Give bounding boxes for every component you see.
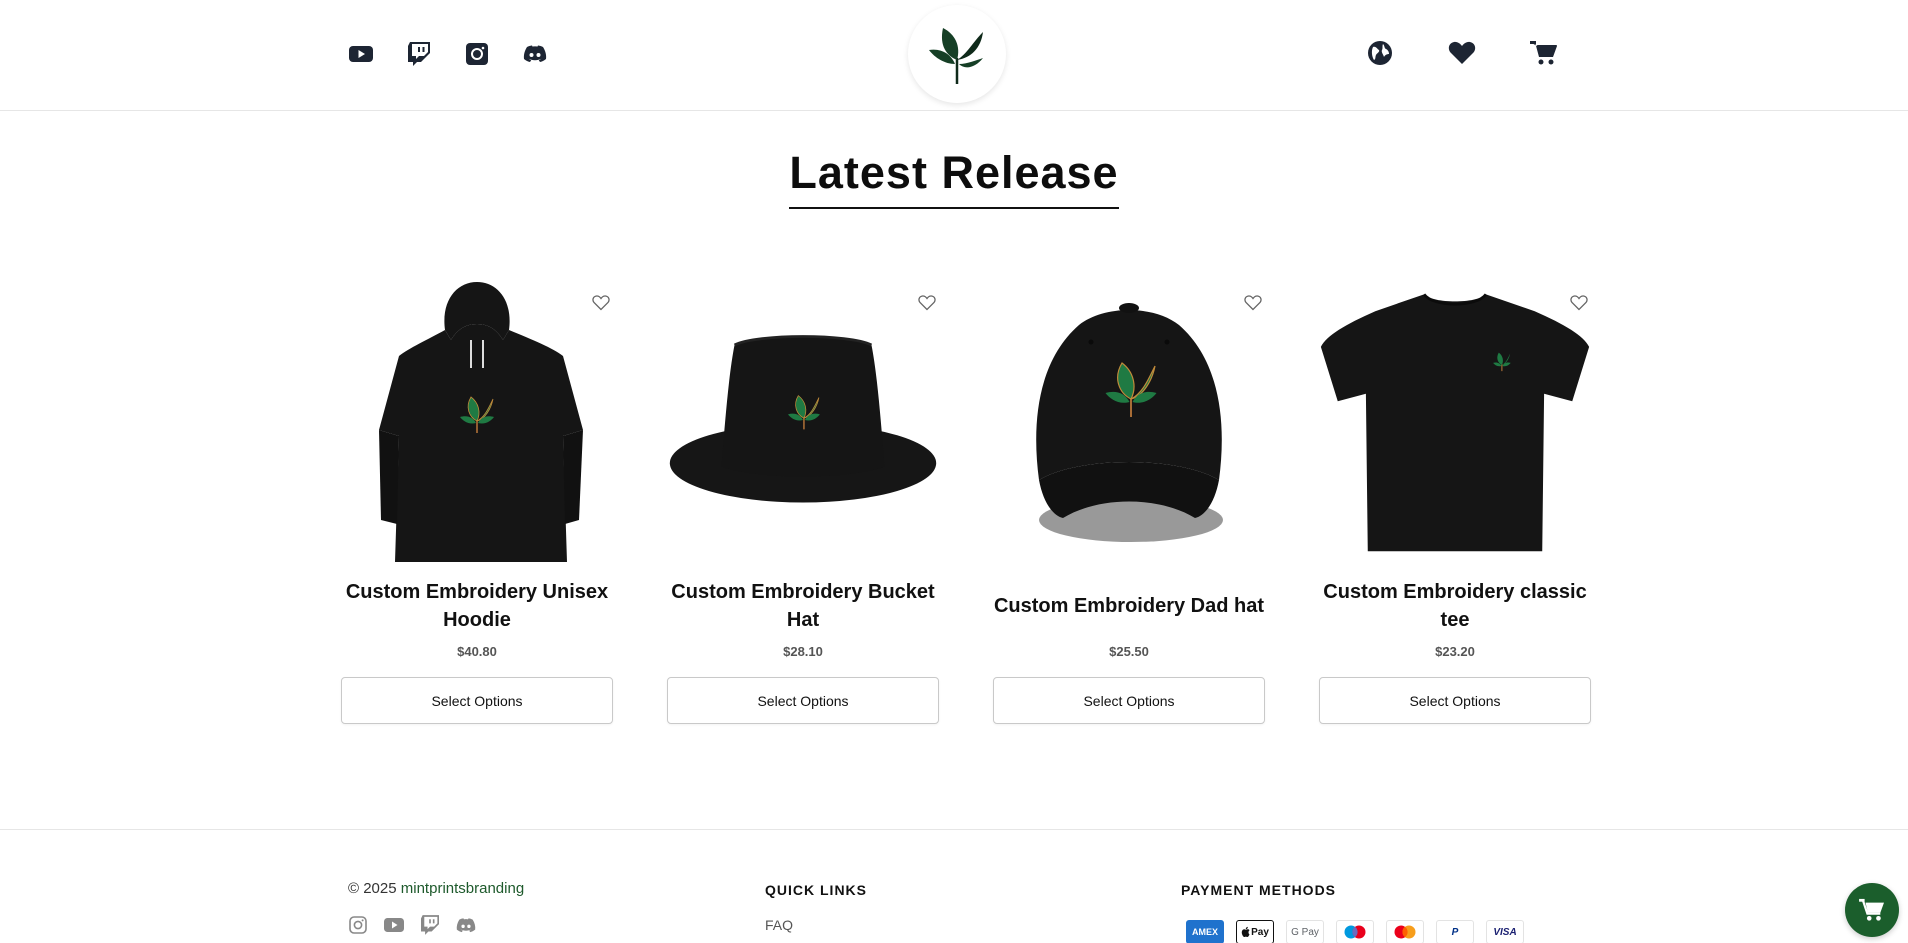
site-header — [0, 0, 1908, 111]
copyright-text: © 2025 — [348, 880, 397, 897]
site-footer: © 2025 mintprintsbranding QUICK LINKS FA… — [0, 829, 1908, 943]
product-name[interactable]: Custom Embroidery classic tee — [1319, 576, 1591, 636]
product-image-bucket-hat[interactable] — [667, 270, 939, 570]
product-card[interactable]: Custom Embroidery classic tee $23.20 Sel… — [1319, 270, 1595, 730]
heart-outline-icon — [918, 295, 936, 311]
product-name[interactable]: Custom Embroidery Dad hat — [993, 576, 1265, 636]
maestro-icon — [1336, 920, 1374, 943]
wishlist-toggle[interactable] — [1563, 287, 1595, 319]
mastercard-icon — [1386, 920, 1424, 943]
product-card[interactable]: Custom Embroidery Unisex Hoodie $40.80 S… — [341, 270, 617, 730]
floating-cart-button[interactable] — [1845, 883, 1899, 937]
wishlist-toggle[interactable] — [911, 287, 943, 319]
payment-methods-title: PAYMENT METHODS — [1181, 882, 1337, 898]
quick-links-title: QUICK LINKS — [765, 882, 867, 898]
product-image-dad-hat[interactable] — [993, 270, 1265, 570]
site-logo[interactable] — [908, 5, 1006, 103]
copyright: © 2025 mintprintsbranding — [348, 880, 524, 897]
select-options-button[interactable]: Select Options — [1319, 677, 1591, 724]
product-price: $23.20 — [1435, 644, 1475, 659]
header-social-links — [348, 41, 548, 67]
heart-outline-icon — [592, 295, 610, 311]
twitch-icon[interactable] — [420, 915, 440, 935]
section-title-wrap: Latest Release — [0, 147, 1908, 209]
cart-icon — [1859, 898, 1884, 921]
select-options-button[interactable]: Select Options — [993, 677, 1265, 724]
product-price: $40.80 — [457, 644, 497, 659]
wishlist-toggle[interactable] — [1237, 287, 1269, 319]
youtube-icon[interactable] — [384, 915, 404, 935]
product-price: $25.50 — [1109, 644, 1149, 659]
faq-link[interactable]: FAQ — [765, 917, 793, 933]
product-price: $28.10 — [783, 644, 823, 659]
brand-link[interactable]: mintprintsbranding — [401, 880, 524, 897]
footer-social-links — [348, 915, 476, 935]
wishlist-heart-icon[interactable] — [1447, 38, 1477, 68]
google-pay-icon: G Pay — [1286, 920, 1324, 943]
product-name[interactable]: Custom Embroidery Unisex Hoodie — [341, 576, 613, 636]
payment-methods-list: AMEX Pay G Pay P VISA — [1186, 920, 1524, 943]
apple-pay-label: Pay — [1251, 926, 1269, 938]
product-image-tee[interactable] — [1319, 270, 1591, 570]
apple-pay-icon: Pay — [1236, 920, 1274, 943]
visa-icon: VISA — [1486, 920, 1524, 943]
instagram-icon[interactable] — [464, 41, 490, 67]
select-options-button[interactable]: Select Options — [667, 677, 939, 724]
product-image-hoodie[interactable] — [341, 270, 613, 570]
instagram-icon[interactable] — [348, 915, 368, 935]
product-card[interactable]: Custom Embroidery Dad hat $25.50 Select … — [993, 270, 1269, 730]
youtube-icon[interactable] — [348, 41, 374, 67]
product-name[interactable]: Custom Embroidery Bucket Hat — [667, 576, 939, 636]
leaf-logo-icon — [929, 28, 983, 84]
header-actions — [1365, 38, 1559, 68]
cart-icon[interactable] — [1529, 38, 1559, 68]
wishlist-toggle[interactable] — [585, 287, 617, 319]
product-card[interactable]: Custom Embroidery Bucket Hat $28.10 Sele… — [667, 270, 943, 730]
select-options-button[interactable]: Select Options — [341, 677, 613, 724]
amex-icon: AMEX — [1186, 920, 1224, 943]
discord-icon[interactable] — [522, 41, 548, 67]
product-grid: Custom Embroidery Unisex Hoodie $40.80 S… — [341, 270, 1595, 730]
section-title: Latest Release — [789, 147, 1119, 209]
twitch-icon[interactable] — [406, 41, 432, 67]
apple-logo-icon — [1241, 926, 1250, 937]
heart-outline-icon — [1244, 295, 1262, 311]
globe-icon[interactable] — [1365, 38, 1395, 68]
heart-outline-icon — [1570, 295, 1588, 311]
paypal-icon: P — [1436, 920, 1474, 943]
discord-icon[interactable] — [456, 915, 476, 935]
